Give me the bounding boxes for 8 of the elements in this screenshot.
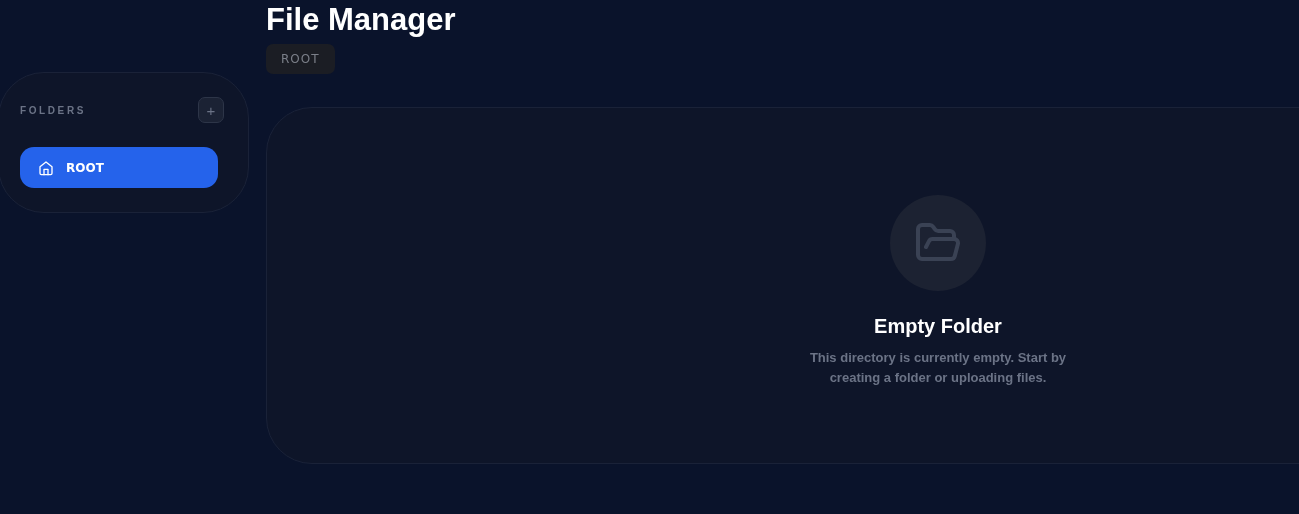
sidebar-heading: FOLDERS xyxy=(20,104,86,116)
home-icon xyxy=(38,159,54,176)
folder-item[interactable]: ROOT xyxy=(20,147,218,188)
empty-state-title: Empty Folder xyxy=(874,314,1002,338)
empty-state-message: This directory is currently empty. Start by creating a folder or uploading files. xyxy=(808,348,1068,387)
page-title: File Manager xyxy=(266,2,457,38)
breadcrumb-item[interactable]: ROOT xyxy=(266,44,335,74)
add-folder-button[interactable]: + xyxy=(198,97,224,123)
